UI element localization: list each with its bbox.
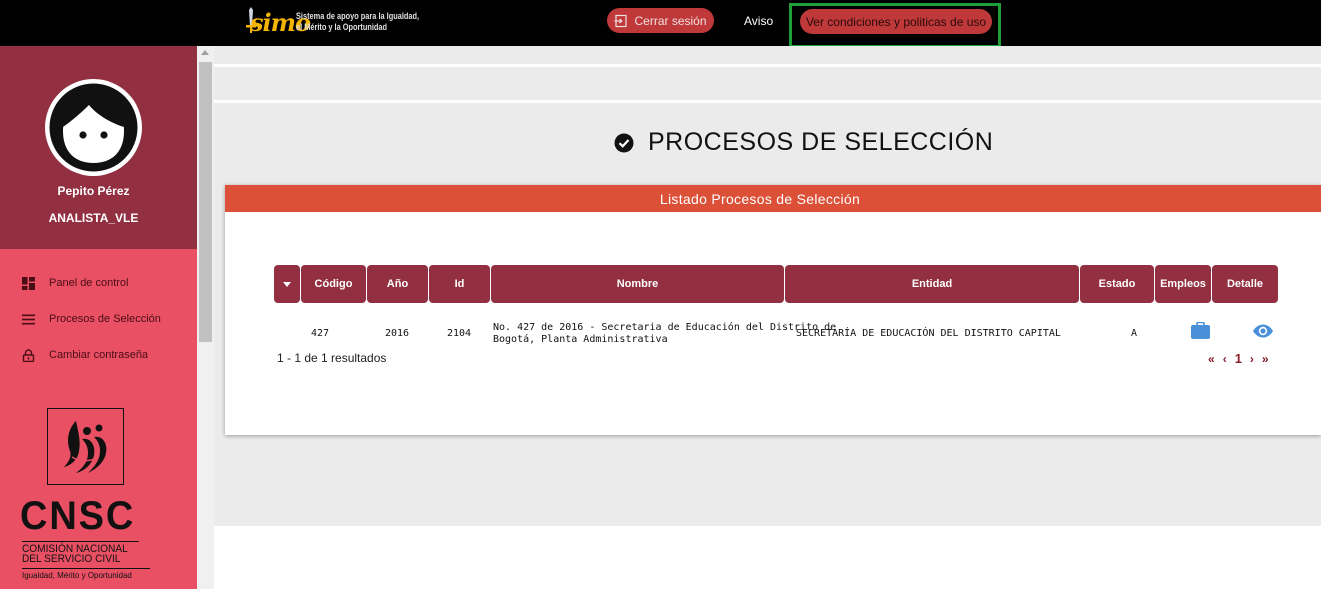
- cnsc-name-line-2: DEL SERVICIO CIVIL: [22, 553, 121, 565]
- cell-anio: 2016: [385, 328, 410, 339]
- column-header-estado[interactable]: Estado: [1080, 265, 1154, 303]
- simo-tagline-line-2: el Mérito y la Oportunidad: [296, 22, 388, 32]
- simo-tagline: Sistema de apoyo para la Igualdad, el Mé…: [296, 11, 419, 33]
- column-header-empleos[interactable]: Empleos: [1155, 265, 1211, 303]
- page-title-text: PROCESOS DE SELECCIÓN: [648, 128, 994, 156]
- sidebar: Pepito Pérez ANALISTA_VLE Panel de contr…: [0, 46, 197, 589]
- cell-nombre: No. 427 de 2016 - Secretaria de Educació…: [493, 322, 836, 346]
- cell-codigo: 427: [311, 328, 330, 339]
- sort-toggle-header[interactable]: [274, 265, 300, 303]
- selection-processes-card: Listado Procesos de Selección Código Año…: [225, 185, 1321, 435]
- annotation-highlight-box: [789, 3, 1001, 48]
- top-bar: simo Sistema de apoyo para la Igualdad, …: [0, 0, 1321, 46]
- eye-icon[interactable]: [1252, 324, 1274, 338]
- lock-icon: [22, 348, 35, 362]
- next-page-button[interactable]: ›: [1250, 352, 1254, 366]
- sidebar-scrollbar[interactable]: [197, 46, 214, 589]
- cell-nombre-line-1: No. 427 de 2016 - Secretaria de Educació…: [493, 322, 837, 333]
- logout-button[interactable]: Cerrar sesión: [607, 8, 714, 33]
- sidebar-item-dashboard[interactable]: Panel de control: [22, 275, 129, 291]
- column-header-detalle[interactable]: Detalle: [1212, 265, 1278, 303]
- cell-entidad: SECRETARÍA DE EDUCACIÓN DEL DISTRITO CAP…: [796, 328, 1061, 339]
- simo-logo[interactable]: simo Sistema de apoyo para la Igualdad, …: [242, 4, 432, 38]
- cell-id: 2104: [447, 328, 472, 339]
- aviso-link[interactable]: Aviso: [744, 14, 773, 28]
- column-header-anio[interactable]: Año: [367, 265, 428, 303]
- simo-tagline-line-1: Sistema de apoyo para la Igualdad,: [296, 11, 420, 21]
- user-name: Pepito Pérez: [57, 184, 130, 198]
- check-circle-icon: [614, 133, 634, 152]
- cnsc-acronym: CNSC: [20, 494, 136, 538]
- user-role: ANALISTA_VLE: [48, 211, 139, 225]
- last-page-button[interactable]: »: [1262, 352, 1269, 366]
- scroll-up-arrow-icon[interactable]: [201, 50, 209, 55]
- cell-estado: A: [1131, 328, 1138, 339]
- pagination: « ‹ 1 › »: [1208, 351, 1269, 366]
- list-icon: [22, 314, 35, 324]
- logout-label: Cerrar sesión: [634, 13, 707, 28]
- user-avatar-icon: [49, 83, 138, 172]
- sidebar-item-selection-processes[interactable]: Procesos de Selección: [22, 311, 161, 327]
- column-header-id[interactable]: Id: [429, 265, 490, 303]
- caret-down-icon: [283, 281, 291, 287]
- cell-nombre-line-2: Bogotá, Planta Administrativa: [493, 334, 668, 345]
- scroll-thumb[interactable]: [199, 62, 212, 342]
- sidebar-item-label: Procesos de Selección: [49, 313, 161, 325]
- briefcase-icon[interactable]: [1191, 322, 1210, 339]
- logout-icon: [614, 14, 628, 27]
- sidebar-item-label: Cambiar contraseña: [49, 349, 149, 361]
- cnsc-logo: CNSC COMISIÓN NACIONAL DEL SERVICIO CIVI…: [20, 408, 155, 588]
- cnsc-emblem-icon: [64, 421, 107, 473]
- avatar: [45, 79, 142, 176]
- column-header-entidad[interactable]: Entidad: [785, 265, 1079, 303]
- first-page-button[interactable]: «: [1208, 352, 1215, 366]
- cnsc-emblem: [47, 408, 124, 485]
- sidebar-item-change-password[interactable]: Cambiar contraseña: [22, 347, 148, 363]
- simo-logo-mark: simo: [242, 4, 311, 38]
- prev-page-button[interactable]: ‹: [1223, 352, 1227, 366]
- cnsc-slogan: Igualdad, Mérito y Oportunidad: [22, 568, 150, 580]
- dashboard-icon: [22, 276, 35, 290]
- sidebar-item-label: Panel de control: [49, 277, 129, 289]
- divider: [214, 64, 1321, 67]
- card-title: Listado Procesos de Selección: [225, 185, 1321, 212]
- divider: [214, 100, 1321, 103]
- user-panel: Pepito Pérez ANALISTA_VLE: [0, 46, 197, 249]
- column-header-codigo[interactable]: Código: [301, 265, 366, 303]
- current-page[interactable]: 1: [1235, 351, 1242, 366]
- column-header-nombre[interactable]: Nombre: [491, 265, 784, 303]
- page-title: PROCESOS DE SELECCIÓN: [614, 128, 993, 157]
- results-count: 1 - 1 de 1 resultados: [277, 351, 387, 365]
